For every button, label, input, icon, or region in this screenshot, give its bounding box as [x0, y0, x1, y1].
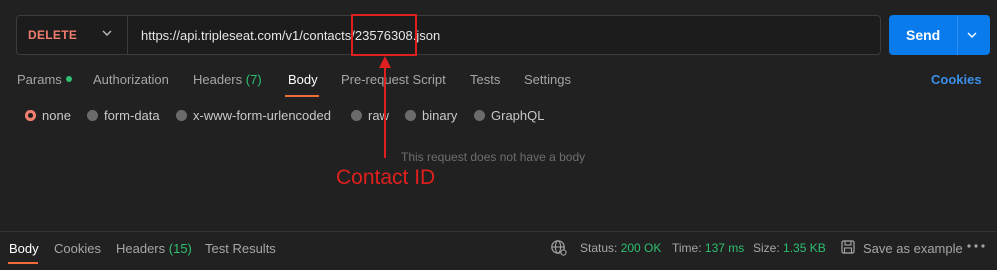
- size-label: Size:: [753, 241, 780, 255]
- tab-authorization-label: Authorization: [93, 72, 169, 87]
- save-as-example-button[interactable]: Save as example: [863, 241, 963, 256]
- response-tab-headers[interactable]: Headers (15): [116, 241, 192, 256]
- method-dropdown[interactable]: DELETE: [17, 16, 128, 54]
- send-separator: [957, 15, 958, 55]
- radio-urlencoded[interactable]: x-www-form-urlencoded: [176, 108, 331, 124]
- tab-params-label: Params: [17, 72, 62, 87]
- radio-binary[interactable]: binary: [405, 108, 457, 124]
- url-bar: DELETE https://api.tripleseat.com/v1/con…: [16, 15, 881, 55]
- radio-icon: [87, 110, 98, 121]
- radio-form-data[interactable]: form-data: [87, 108, 160, 124]
- response-tab-headers-count: (15): [168, 241, 192, 256]
- tab-headers-count: (7): [245, 72, 262, 87]
- radio-icon: [405, 110, 416, 121]
- radio-icon: [176, 110, 187, 121]
- radio-none-label: none: [42, 108, 71, 123]
- tab-body[interactable]: Body: [288, 72, 318, 87]
- response-tab-test-results[interactable]: Test Results: [205, 241, 276, 256]
- empty-body-message: This request does not have a body: [401, 150, 586, 164]
- tab-body-label: Body: [288, 72, 318, 87]
- tab-tests[interactable]: Tests: [470, 72, 500, 87]
- radio-none[interactable]: none: [25, 108, 71, 124]
- cookies-link[interactable]: Cookies: [931, 72, 982, 87]
- chevron-down-icon[interactable]: [965, 28, 979, 42]
- time-readout[interactable]: Time: 137 ms: [672, 241, 744, 255]
- radio-icon: [474, 110, 485, 121]
- ellipsis-icon: [967, 244, 985, 248]
- send-button[interactable]: Send: [889, 15, 990, 55]
- time-value: 137 ms: [704, 241, 745, 255]
- params-indicator-dot: [65, 76, 72, 82]
- radio-graphql[interactable]: GraphQL: [474, 108, 544, 124]
- radio-binary-label: binary: [422, 108, 458, 123]
- more-options-icon[interactable]: [966, 236, 988, 257]
- method-label: DELETE: [28, 28, 78, 42]
- response-divider: [0, 231, 997, 232]
- status-label: Status:: [580, 241, 618, 255]
- radio-form-data-label: form-data: [104, 108, 160, 123]
- size-value: 1.35 KB: [783, 241, 826, 255]
- send-label: Send: [906, 27, 941, 43]
- tab-tests-label: Tests: [470, 72, 501, 87]
- response-tab-headers-label: Headers: [116, 241, 166, 256]
- globe-icon[interactable]: [550, 239, 567, 256]
- time-label: Time:: [672, 241, 702, 255]
- tab-headers[interactable]: Headers (7): [193, 72, 262, 87]
- active-tab-underline: [285, 95, 319, 97]
- response-tab-body[interactable]: Body: [9, 241, 39, 256]
- tab-headers-label: Headers: [193, 72, 243, 87]
- response-tab-cookies[interactable]: Cookies: [54, 241, 101, 256]
- annotation-label: Contact ID: [336, 166, 436, 189]
- annotation-arrow: [379, 56, 391, 158]
- tab-settings-label: Settings: [524, 72, 571, 87]
- status-readout: Status: 200 OK: [580, 241, 661, 255]
- radio-graphql-label: GraphQL: [491, 108, 545, 123]
- annotation-highlight-box: [351, 14, 417, 56]
- status-value: 200 OK: [620, 241, 662, 255]
- chevron-down-icon: [102, 30, 112, 36]
- tab-params[interactable]: Params: [17, 72, 72, 87]
- radio-selected-icon: [25, 110, 36, 121]
- save-icon[interactable]: [840, 239, 856, 255]
- response-active-underline: [8, 262, 38, 264]
- radio-icon: [351, 110, 362, 121]
- radio-urlencoded-label: x-www-form-urlencoded: [193, 108, 331, 123]
- size-readout[interactable]: Size: 1.35 KB: [753, 241, 826, 255]
- tab-settings[interactable]: Settings: [524, 72, 571, 87]
- tab-authorization[interactable]: Authorization: [93, 72, 169, 87]
